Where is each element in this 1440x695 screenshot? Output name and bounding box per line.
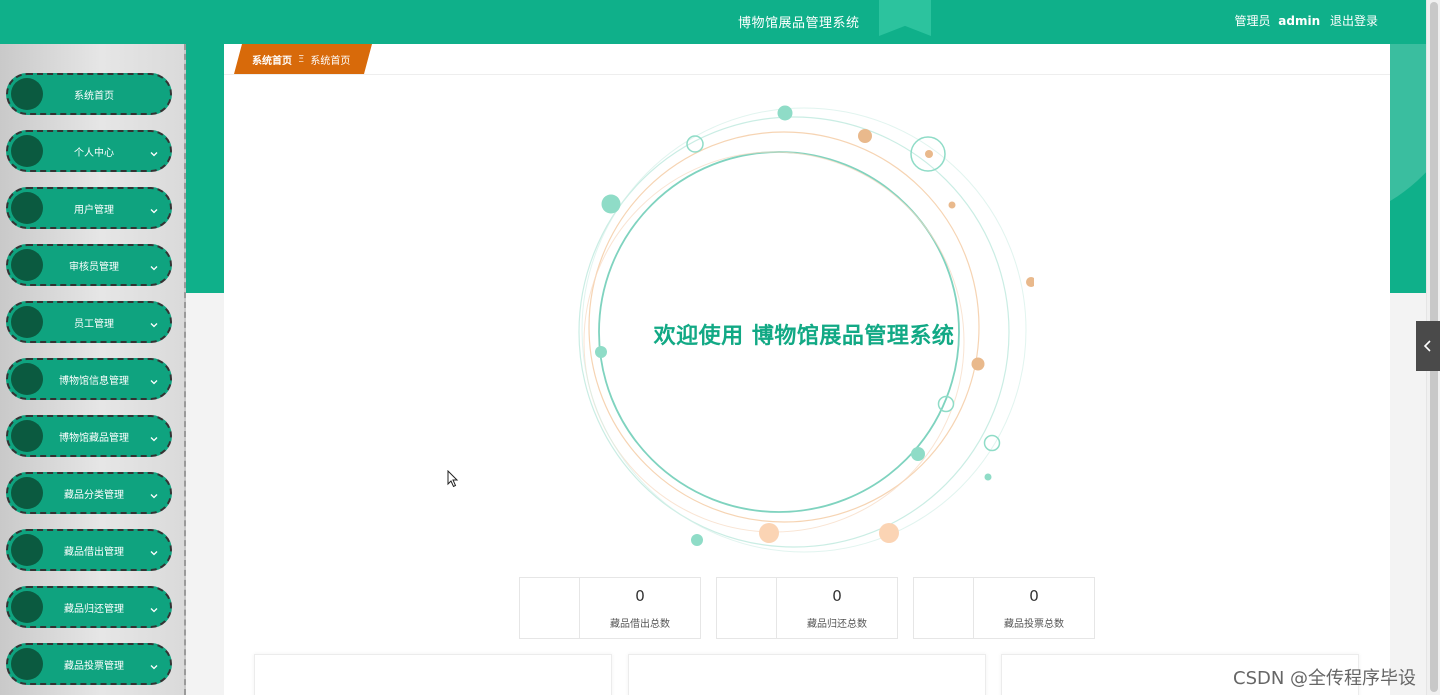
breadcrumb-bar: 系统首页 Ξ 系统首页 — [224, 44, 1390, 75]
chevron-down-icon — [148, 259, 160, 271]
breadcrumb-home[interactable]: 系统首页 — [252, 52, 292, 67]
stat-value: 0 — [1029, 587, 1039, 605]
chevron-down-icon — [148, 145, 160, 157]
sidebar-item[interactable]: 个人中心 — [6, 130, 172, 172]
sidebar-item[interactable]: 藏品投票管理 — [6, 643, 172, 685]
stat-label: 藏品归还总数 — [807, 619, 867, 630]
sidebar-item[interactable]: 审核员管理 — [6, 244, 172, 286]
sidebar-item-label: 博物馆信息管理 — [59, 375, 129, 387]
chevron-down-icon — [148, 544, 160, 556]
sidebar-item-label: 系统首页 — [74, 90, 114, 102]
sidebar-item[interactable]: 系统首页 — [6, 73, 172, 115]
chevron-down-icon — [148, 658, 160, 670]
chevron-down-icon — [148, 487, 160, 499]
sidebar-item-label: 个人中心 — [74, 147, 114, 159]
stat-icon-box — [520, 578, 580, 638]
stat-icon-box — [914, 578, 974, 638]
sidebar-item-label: 员工管理 — [74, 318, 114, 330]
stat-card-vote-total: 0 藏品投票总数 — [913, 577, 1095, 639]
breadcrumb-separator: Ξ — [298, 53, 305, 65]
breadcrumb-current: 系统首页 — [310, 55, 351, 67]
stat-value: 0 — [832, 587, 842, 605]
stat-label: 藏品借出总数 — [610, 619, 670, 630]
stat-label: 藏品投票总数 — [1004, 619, 1064, 630]
stat-value: 0 — [635, 587, 645, 605]
main-panel: 系统首页 Ξ 系统首页 欢迎使用 博物馆展品管理系统 0 藏品借出总数 0 藏品… — [224, 44, 1390, 695]
collapse-panel-button[interactable] — [1416, 321, 1440, 371]
user-name: admin — [1278, 14, 1321, 28]
chevron-down-icon — [148, 202, 160, 214]
chevron-down-icon — [148, 430, 160, 442]
chevron-down-icon — [148, 316, 160, 328]
header-ribbon-decoration — [879, 0, 931, 36]
bottom-card — [254, 654, 612, 695]
sidebar-item[interactable]: 博物馆藏品管理 — [6, 415, 172, 457]
system-title: 博物馆展品管理系统 — [738, 16, 860, 31]
sidebar-item[interactable]: 博物馆信息管理 — [6, 358, 172, 400]
sidebar-item-label: 藏品分类管理 — [64, 489, 124, 501]
stat-icon-box — [717, 578, 777, 638]
sidebar-item-label: 藏品归还管理 — [64, 603, 124, 615]
sidebar-item-label: 用户管理 — [74, 204, 114, 216]
chevron-down-icon — [148, 601, 160, 613]
sidebar-item[interactable]: 用户管理 — [6, 187, 172, 229]
watermark-text: CSDN @全传程序毕设 — [1233, 668, 1417, 689]
sidebar-item-label: 藏品借出管理 — [64, 546, 124, 558]
sidebar-item[interactable]: 藏品分类管理 — [6, 472, 172, 514]
sidebar: 系统首页个人中心用户管理审核员管理员工管理博物馆信息管理 博物馆藏品管理 藏品分类管… — [0, 44, 186, 695]
user-role: 管理员 — [1234, 14, 1271, 28]
bottom-card — [628, 654, 986, 695]
mouse-cursor-icon — [447, 469, 459, 492]
welcome-heading: 欢迎使用 博物馆展品管理系统 — [653, 324, 955, 349]
sidebar-item-label: 藏品投票管理 — [64, 660, 124, 672]
stat-card-loan-total: 0 藏品借出总数 — [519, 577, 701, 639]
stat-card-return-total: 0 藏品归还总数 — [716, 577, 898, 639]
top-header: 博物馆展品管理系统 管理员 admin 退出登录 — [0, 0, 1426, 44]
sidebar-item-label: 审核员管理 — [69, 261, 119, 273]
chevron-down-icon — [148, 373, 160, 385]
user-area: 管理员 admin 退出登录 — [1230, 12, 1378, 29]
sidebar-item-label: 博物馆藏品管理 — [59, 432, 129, 444]
sidebar-item[interactable]: 藏品借出管理 — [6, 529, 172, 571]
sidebar-item[interactable]: 员工管理 — [6, 301, 172, 343]
sidebar-item[interactable]: 藏品归还管理 — [6, 586, 172, 628]
logout-link[interactable]: 退出登录 — [1330, 14, 1378, 28]
breadcrumb: 系统首页 Ξ 系统首页 — [234, 44, 372, 74]
